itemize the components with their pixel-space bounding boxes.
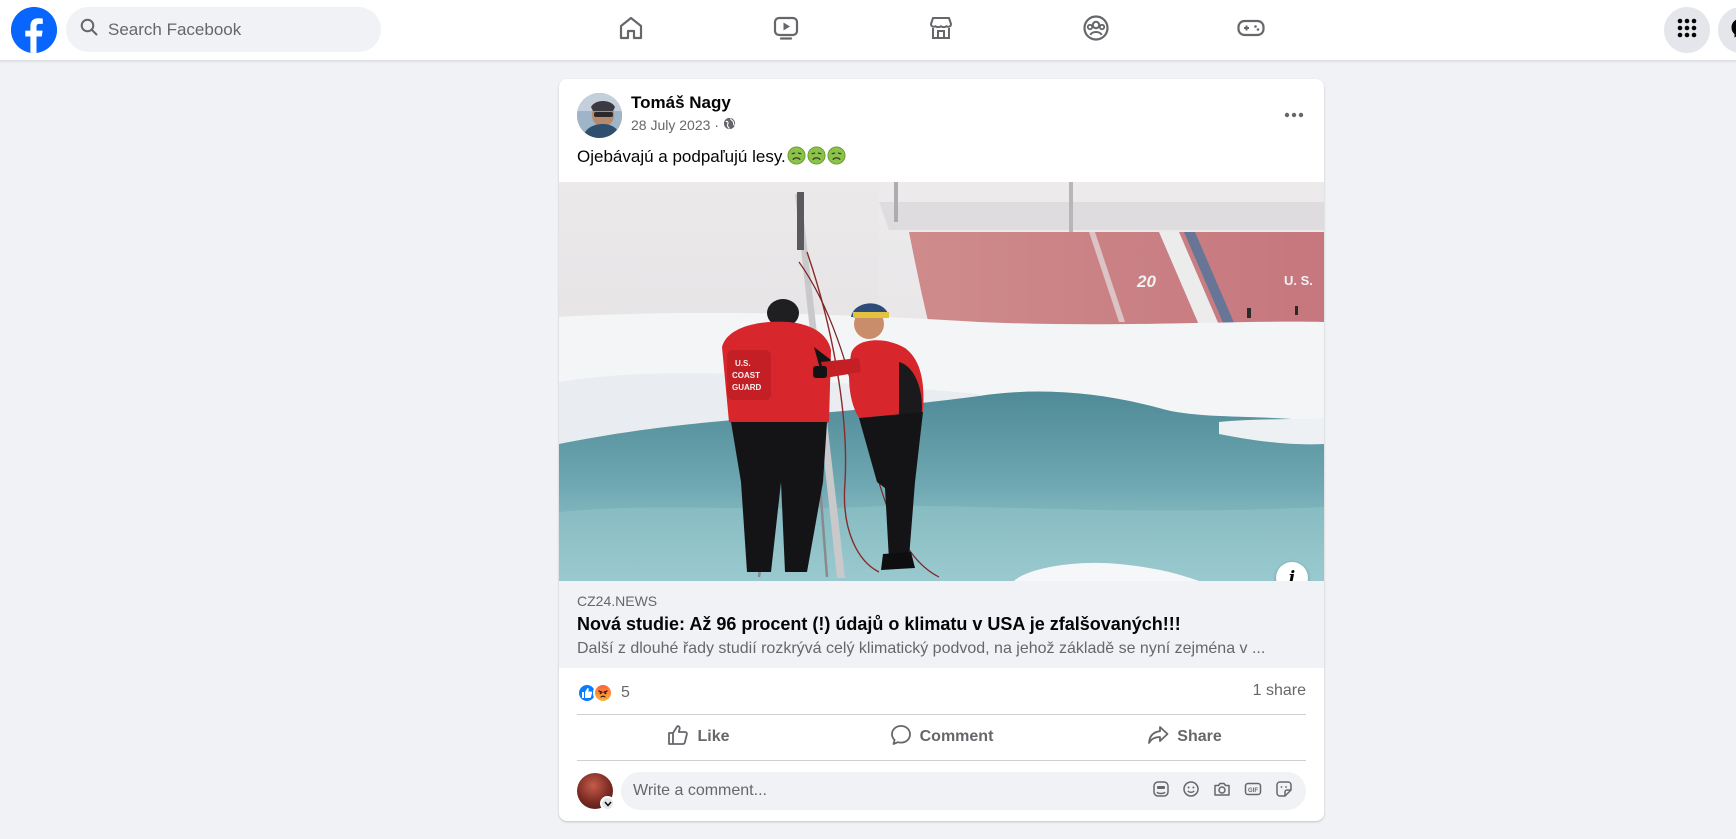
camera-icon bbox=[1213, 780, 1231, 803]
link-description: Další z dlouhé řady studií rozkrývá celý… bbox=[577, 640, 1266, 657]
messenger-button[interactable] bbox=[1718, 7, 1736, 53]
avatar-sticker-button[interactable] bbox=[1145, 774, 1177, 808]
sticker-button[interactable] bbox=[1268, 774, 1300, 808]
svg-text:GUARD: GUARD bbox=[732, 383, 762, 392]
nav-marketplace[interactable] bbox=[885, 8, 997, 52]
link-preview[interactable]: CZ24.NEWS Nová studie: Až 96 procent (!)… bbox=[559, 581, 1324, 668]
comment-icon bbox=[890, 724, 912, 751]
share-count[interactable]: 1 share bbox=[1253, 682, 1306, 700]
comment-label: Comment bbox=[919, 728, 994, 745]
gaming-icon bbox=[1236, 14, 1266, 47]
search-icon bbox=[80, 18, 98, 41]
home-icon bbox=[617, 14, 645, 47]
sticker-icon bbox=[1275, 780, 1293, 803]
svg-text:COAST: COAST bbox=[732, 371, 760, 380]
smiley-icon bbox=[1182, 780, 1200, 803]
post-date[interactable]: 28 July 2023 bbox=[631, 117, 710, 133]
comment-input[interactable] bbox=[633, 782, 1093, 800]
share-button[interactable]: Share bbox=[1063, 715, 1306, 759]
nav-home[interactable] bbox=[575, 8, 687, 52]
more-horizontal-icon bbox=[1284, 105, 1304, 123]
top-navigation-bar bbox=[0, 0, 1736, 61]
post-message: Ojebávajú a podpaľujú lesy. bbox=[577, 147, 786, 166]
marketplace-icon bbox=[927, 14, 955, 47]
svg-text:U.S.: U.S. bbox=[735, 359, 751, 368]
post-options-button[interactable] bbox=[1275, 95, 1313, 133]
comment-button[interactable]: Comment bbox=[820, 715, 1063, 759]
reaction-summary[interactable]: 5 bbox=[577, 681, 630, 705]
messenger-icon bbox=[1730, 17, 1736, 44]
gif-icon: GIF bbox=[1244, 780, 1262, 803]
nauseated-face-emoji-icon bbox=[827, 146, 846, 165]
link-preview-image[interactable]: 20 U. S. U.S. COAST GUARD bbox=[559, 182, 1324, 581]
nav-groups[interactable] bbox=[1040, 8, 1152, 52]
gif-button[interactable]: GIF bbox=[1237, 774, 1269, 808]
post-text: Ojebávajú a podpaľujú lesy. bbox=[577, 146, 846, 167]
thumbs-up-icon bbox=[667, 724, 689, 751]
nav-watch[interactable] bbox=[730, 8, 842, 52]
apps-grid-icon bbox=[1677, 18, 1697, 43]
nauseated-face-emoji-icon bbox=[787, 146, 806, 165]
meta-separator: · bbox=[714, 117, 720, 133]
menu-button[interactable] bbox=[1664, 7, 1710, 53]
like-label: Like bbox=[697, 728, 730, 745]
watch-icon bbox=[772, 14, 800, 47]
nav-gaming[interactable] bbox=[1195, 8, 1307, 52]
avatar-sticker-icon bbox=[1152, 780, 1170, 803]
post-card: Tomáš Nagy 28 July 2023 · Ojebávajú a po… bbox=[559, 79, 1324, 821]
link-title[interactable]: Nová studie: Až 96 procent (!) údajů o k… bbox=[577, 614, 1181, 635]
groups-icon bbox=[1082, 14, 1110, 47]
author-avatar[interactable] bbox=[577, 93, 622, 138]
facebook-logo-icon[interactable] bbox=[11, 7, 57, 53]
link-domain: CZ24.NEWS bbox=[577, 593, 658, 609]
share-label: Share bbox=[1177, 728, 1222, 745]
post-author-name[interactable]: Tomáš Nagy bbox=[631, 93, 731, 113]
angry-reaction-icon bbox=[593, 683, 613, 703]
chevron-down-icon[interactable] bbox=[600, 796, 615, 811]
share-icon bbox=[1147, 724, 1169, 751]
photo-button[interactable] bbox=[1206, 774, 1238, 808]
svg-text:GIF: GIF bbox=[1248, 788, 1258, 794]
reaction-count: 5 bbox=[621, 684, 630, 701]
search-input[interactable] bbox=[108, 19, 358, 40]
search-bar[interactable] bbox=[66, 7, 381, 52]
like-button[interactable]: Like bbox=[577, 715, 820, 759]
emoji-button[interactable] bbox=[1175, 774, 1207, 808]
nauseated-face-emoji-icon bbox=[807, 146, 826, 165]
divider bbox=[577, 760, 1306, 761]
post-meta: 28 July 2023 · bbox=[631, 117, 736, 133]
post-actions: Like Comment Share bbox=[577, 715, 1306, 759]
globe-icon bbox=[723, 117, 736, 133]
